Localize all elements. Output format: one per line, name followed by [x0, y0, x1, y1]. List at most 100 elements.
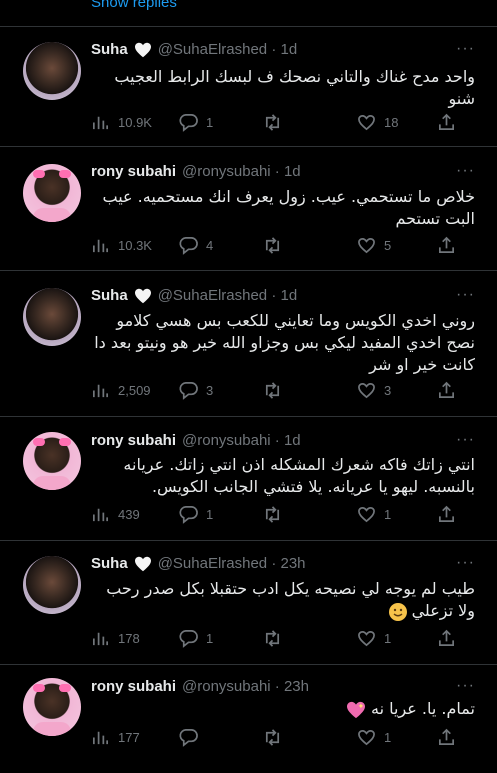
more-options-icon[interactable]: ··· — [456, 431, 475, 449]
avatar[interactable] — [23, 42, 81, 100]
views-button[interactable]: 177 — [91, 728, 140, 747]
display-name[interactable]: rony subahi — [91, 163, 176, 180]
more-options-icon[interactable]: ··· — [456, 554, 475, 572]
retweet-button[interactable] — [263, 113, 282, 132]
like-button[interactable]: 1 — [357, 728, 391, 747]
retweet-icon — [265, 729, 280, 746]
share-icon — [438, 236, 455, 254]
avatar-shirt — [33, 722, 71, 736]
views-button[interactable]: 2,509 — [91, 381, 151, 400]
reply-button[interactable] — [179, 728, 206, 747]
display-name[interactable]: rony subahi — [91, 678, 176, 695]
smiling-face-emoji-icon — [388, 602, 407, 621]
more-options-icon[interactable]: ··· — [456, 286, 475, 304]
retweet-button[interactable] — [263, 728, 282, 747]
reply-button[interactable]: 3 — [179, 381, 213, 400]
like-button[interactable]: 18 — [357, 113, 398, 132]
display-name[interactable]: Suha — [91, 555, 128, 572]
heart-icon — [358, 729, 375, 746]
tweet[interactable]: Suha @SuhaElrashed · 23h ··· طيب لم يوجه… — [0, 540, 497, 664]
avatar[interactable] — [23, 678, 81, 736]
retweet-icon — [265, 382, 280, 399]
hairclip — [33, 684, 45, 692]
like-count: 1 — [384, 730, 392, 745]
reply-count: 4 — [206, 238, 214, 253]
display-name[interactable]: rony subahi — [91, 432, 176, 449]
like-button[interactable]: 3 — [357, 381, 391, 400]
views-count: 2,509 — [118, 383, 151, 398]
retweet-button[interactable] — [263, 381, 282, 400]
tweet-header: Suha @SuhaElrashed · 1d — [91, 287, 297, 304]
show-replies-link[interactable]: Show replies — [91, 0, 177, 11]
avatar[interactable] — [23, 288, 81, 346]
share-icon — [438, 505, 455, 523]
views-icon — [92, 384, 109, 398]
more-options-icon[interactable]: ··· — [456, 677, 475, 695]
tweet[interactable]: rony subahi @ronysubahi · 1d ··· انتي زا… — [0, 416, 497, 540]
handle-timestamp[interactable]: @SuhaElrashed · 23h — [158, 555, 306, 572]
reply-icon — [179, 237, 198, 255]
share-button[interactable] — [437, 505, 456, 524]
tweet-text-content: تمام. يا. عريا نه — [371, 699, 475, 718]
views-icon — [92, 731, 109, 745]
retweet-button[interactable] — [263, 505, 282, 524]
tweet[interactable]: rony subahi @ronysubahi · 1d ··· خلاص ما… — [0, 146, 497, 270]
tweet[interactable]: Suha @SuhaElrashed · 1d ··· روني اخدي ال… — [0, 270, 497, 416]
like-count: 1 — [384, 507, 392, 522]
tweet-header: Suha @SuhaElrashed · 1d — [91, 41, 297, 58]
handle-timestamp[interactable]: @ronysubahi · 1d — [182, 432, 301, 449]
handle-timestamp[interactable]: @SuhaElrashed · 1d — [158, 287, 297, 304]
white-heart-icon — [134, 288, 151, 303]
share-button[interactable] — [437, 381, 456, 400]
reply-button[interactable]: 1 — [179, 113, 213, 132]
views-button[interactable]: 10.9K — [91, 113, 152, 132]
tweet[interactable]: rony subahi @ronysubahi · 23h ··· تمام. … — [0, 664, 497, 773]
tweet[interactable]: Suha @SuhaElrashed · 1d ··· واحد مدح غنا… — [0, 26, 497, 146]
retweet-button[interactable] — [263, 236, 282, 255]
handle-timestamp[interactable]: @ronysubahi · 1d — [182, 163, 301, 180]
hairclip — [59, 684, 71, 692]
more-options-icon[interactable]: ··· — [456, 162, 475, 180]
share-button[interactable] — [437, 236, 456, 255]
reply-button[interactable]: 1 — [179, 505, 213, 524]
views-button[interactable]: 178 — [91, 629, 140, 648]
display-name[interactable]: Suha — [91, 287, 128, 304]
heart-icon — [358, 506, 375, 523]
display-name[interactable]: Suha — [91, 41, 128, 58]
share-button[interactable] — [437, 728, 456, 747]
avatar[interactable] — [23, 556, 81, 614]
hairclip — [33, 170, 45, 178]
hairclip — [59, 438, 71, 446]
reply-button[interactable]: 4 — [179, 236, 213, 255]
like-count: 1 — [384, 631, 392, 646]
tweet-actions: 10.9K 1 18 — [91, 113, 461, 133]
reply-icon — [179, 382, 198, 400]
retweet-button[interactable] — [263, 629, 282, 648]
like-button[interactable]: 5 — [357, 236, 391, 255]
heart-icon — [358, 237, 375, 254]
retweet-icon — [265, 237, 280, 254]
tweet-text: تمام. يا. عريا نه — [91, 698, 475, 720]
views-button[interactable]: 439 — [91, 505, 140, 524]
share-button[interactable] — [437, 113, 456, 132]
tweet-text: روني اخدي الكويس وما تعايني للكعب بس هسي… — [94, 311, 475, 374]
handle-timestamp[interactable]: @ronysubahi · 23h — [182, 678, 309, 695]
reply-count: 3 — [206, 383, 214, 398]
share-button[interactable] — [437, 629, 456, 648]
handle-timestamp[interactable]: @SuhaElrashed · 1d — [158, 41, 297, 58]
like-button[interactable]: 1 — [357, 629, 391, 648]
views-icon — [92, 508, 109, 522]
white-heart-icon — [134, 42, 151, 57]
reply-button[interactable]: 1 — [179, 629, 213, 648]
avatar[interactable] — [23, 164, 81, 222]
tweet-text: طيب لم يوجه لي نصيحه يكل ادب حتقبلا بكل … — [91, 578, 475, 622]
avatar[interactable] — [23, 432, 81, 490]
like-button[interactable]: 1 — [357, 505, 391, 524]
share-icon — [438, 728, 455, 746]
sparkling-heart-emoji-icon — [346, 701, 365, 718]
tweet-actions: 177 1 — [91, 728, 461, 748]
more-options-icon[interactable]: ··· — [456, 40, 475, 58]
hairclip — [59, 170, 71, 178]
reply-count: 1 — [206, 115, 214, 130]
views-button[interactable]: 10.3K — [91, 236, 152, 255]
